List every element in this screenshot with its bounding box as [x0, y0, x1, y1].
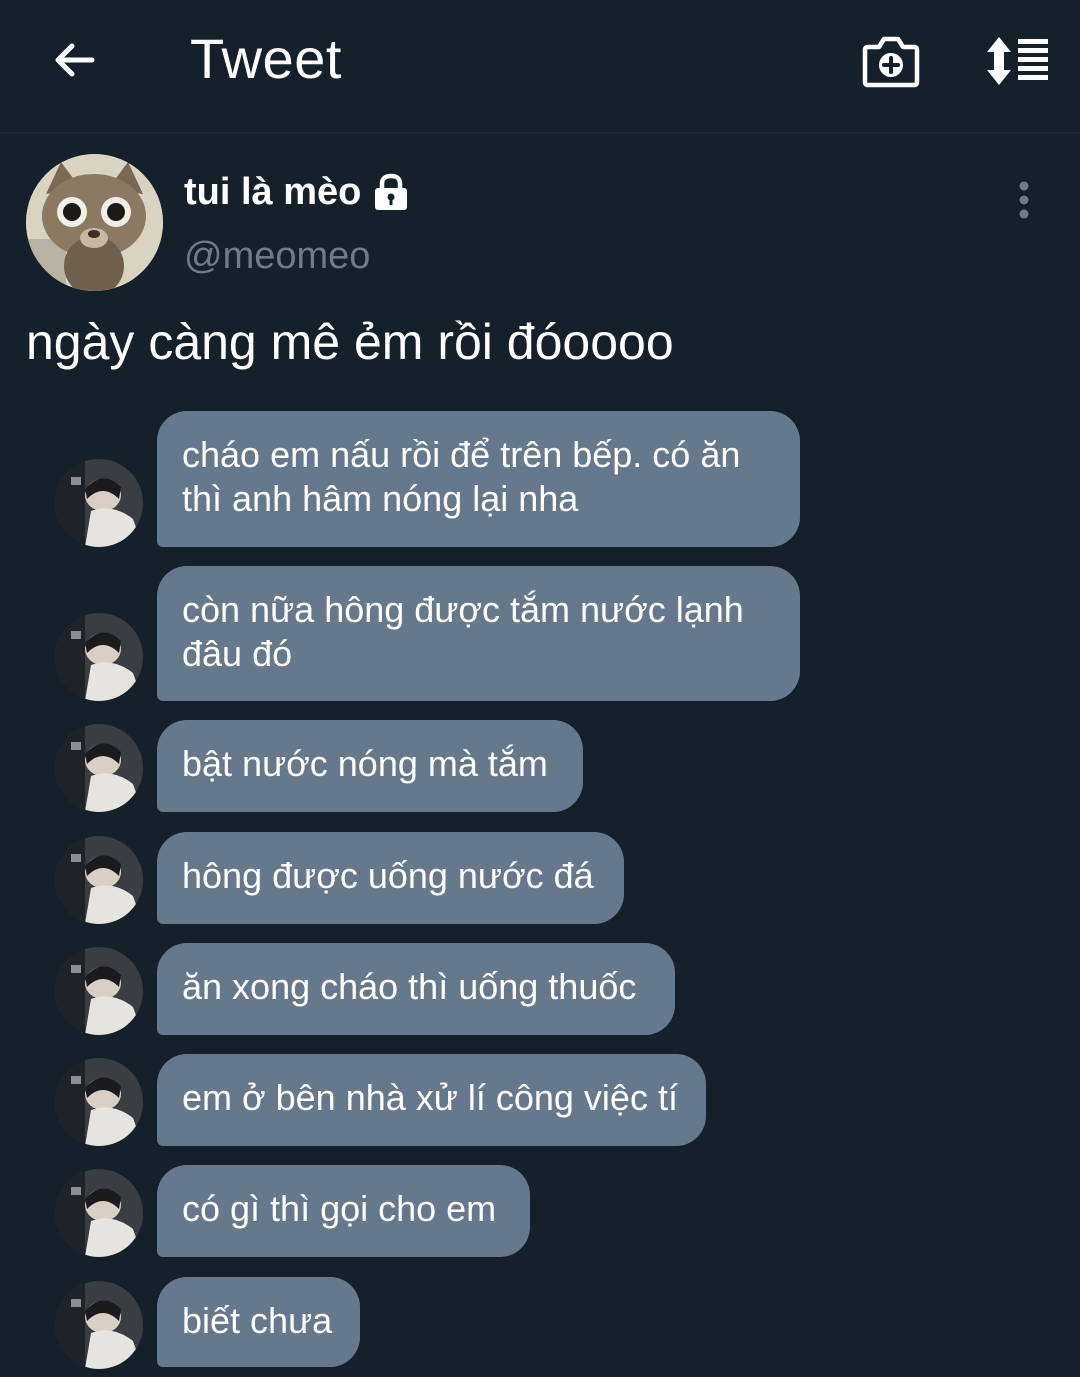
sender-avatar — [55, 613, 143, 701]
sender-photo-avatar — [55, 1169, 143, 1257]
more-vertical-icon — [1019, 181, 1029, 219]
sender-avatar — [55, 947, 143, 1035]
chat-message: biết chưa — [0, 1277, 1080, 1369]
sender-photo-avatar — [55, 836, 143, 924]
message-bubble: biết chưa — [157, 1277, 360, 1367]
message-text-line: cháo em nấu rồi để trên bếp. có ăn — [182, 434, 741, 475]
sender-photo-avatar — [55, 1058, 143, 1146]
sender-avatar — [55, 836, 143, 924]
sender-avatar — [55, 459, 143, 547]
sender-avatar — [55, 1058, 143, 1146]
chat-message: còn nữa hông được tắm nước lạnh đâu đó — [0, 566, 1080, 701]
chat-message: hông được uống nước đá — [0, 832, 1080, 924]
sort-list-icon — [987, 37, 1048, 85]
chat-message: có gì thì gọi cho em — [0, 1165, 1080, 1257]
message-text-line: ăn xong cháo thì uống thuốc — [182, 966, 637, 1007]
author-display-name[interactable]: tui là mèo — [184, 168, 411, 216]
chat-message: ăn xong cháo thì uống thuốc — [0, 943, 1080, 1035]
message-bubble: có gì thì gọi cho em — [157, 1165, 530, 1257]
message-text-line: em ở bên nhà xử lí công việc tí — [182, 1077, 678, 1118]
sender-photo-avatar — [55, 1281, 143, 1369]
message-bubble: cháo em nấu rồi để trên bếp. có ăn thì a… — [157, 411, 800, 547]
message-bubble: hông được uống nước đá — [157, 832, 624, 924]
display-name-text: tui là mèo — [184, 171, 362, 213]
message-text-line: bật nước nóng mà tắm — [182, 743, 548, 784]
message-text-line: biết chưa — [182, 1300, 333, 1341]
sender-avatar — [55, 1169, 143, 1257]
message-bubble: em ở bên nhà xử lí công việc tí — [157, 1054, 706, 1146]
message-text-line: thì anh hâm nóng lại nha — [182, 478, 579, 519]
message-text-line: đâu đó — [182, 633, 293, 674]
cat-photo-avatar — [26, 154, 163, 291]
sender-photo-avatar — [55, 459, 143, 547]
sender-photo-avatar — [55, 613, 143, 701]
message-bubble: ăn xong cháo thì uống thuốc — [157, 943, 675, 1035]
sort-replies-button[interactable] — [980, 30, 1054, 92]
author-handle[interactable]: @meomeo — [184, 232, 370, 280]
sender-photo-avatar — [55, 724, 143, 812]
more-options-button[interactable] — [1006, 176, 1042, 224]
message-bubble: bật nước nóng mà tắm — [157, 720, 583, 812]
back-button[interactable] — [44, 30, 104, 90]
author-avatar[interactable] — [26, 154, 163, 291]
message-text-line: hông được uống nước đá — [182, 855, 594, 896]
sender-avatar — [55, 1281, 143, 1369]
camera-add-icon — [862, 36, 920, 88]
message-bubble: còn nữa hông được tắm nước lạnh đâu đó — [157, 566, 800, 701]
lock-icon — [375, 173, 408, 210]
top-app-bar: Tweet — [0, 0, 1080, 134]
chat-message: cháo em nấu rồi để trên bếp. có ăn thì a… — [0, 411, 1080, 547]
sender-photo-avatar — [55, 947, 143, 1035]
tweet-body-text: ngày càng mê ẻm rồi đóoooo — [26, 314, 674, 370]
sender-avatar — [55, 724, 143, 812]
chat-message: bật nước nóng mà tắm — [0, 720, 1080, 812]
message-text-line: còn nữa hông được tắm nước lạnh — [182, 589, 744, 630]
tweet-screen: Tweet tui là mèo @meomeo ngày càng mê ẻm… — [0, 0, 1080, 1377]
chat-message: em ở bên nhà xử lí công việc tí — [0, 1054, 1080, 1146]
arrow-left-icon — [55, 43, 95, 77]
screenshot-camera-button[interactable] — [858, 30, 924, 92]
page-title: Tweet — [190, 27, 342, 90]
message-text-line: có gì thì gọi cho em — [182, 1188, 497, 1229]
